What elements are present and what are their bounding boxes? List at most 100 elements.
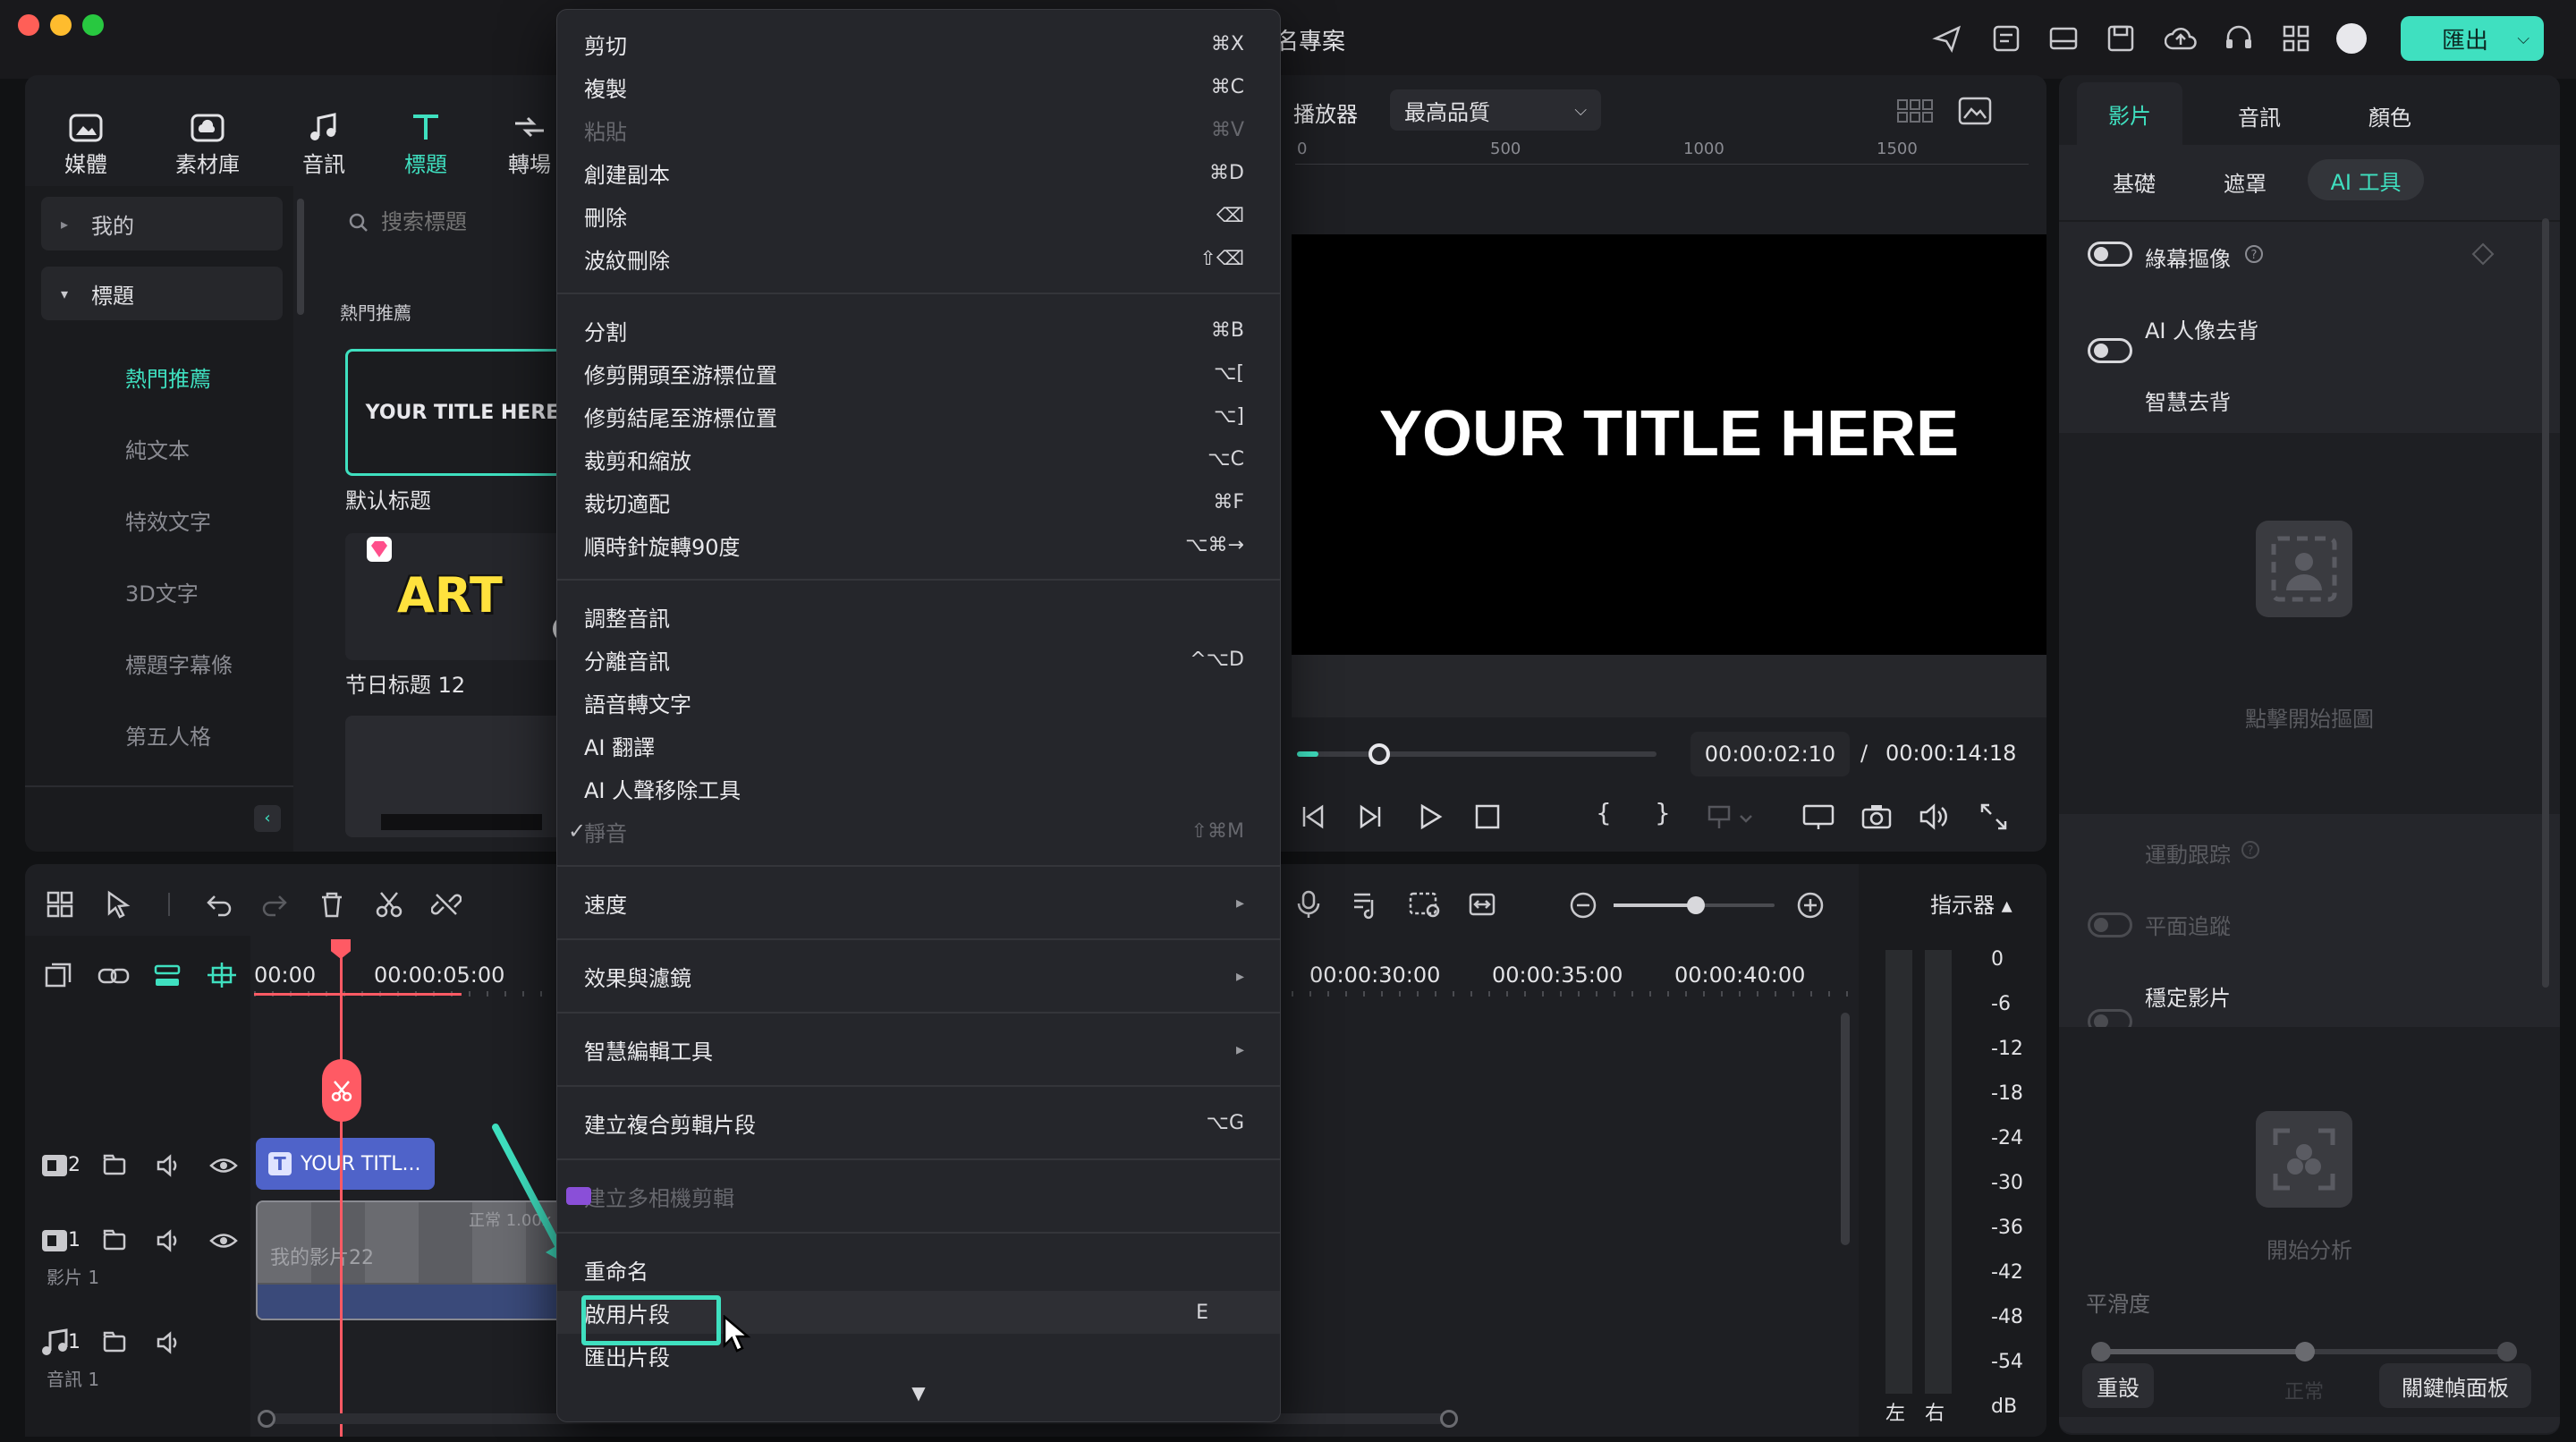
menu-item[interactable]: 順時針旋轉90度 ⌥⌘→ (584, 523, 1253, 566)
progress-handle[interactable] (1368, 743, 1390, 765)
layout-grid-icon[interactable] (45, 889, 75, 920)
headset-icon[interactable] (2224, 23, 2254, 54)
analyze-icon[interactable] (2254, 1109, 2354, 1209)
scroll-down-arrow-icon[interactable]: ▼ (557, 1382, 1280, 1404)
zoom-slider[interactable] (1614, 896, 1775, 914)
tab-stock[interactable]: 素材庫 (172, 111, 243, 178)
avatar[interactable] (2336, 23, 2367, 54)
fit-timeline-icon[interactable] (1467, 889, 1497, 920)
folder-lock-icon[interactable] (102, 1152, 129, 1179)
prev-frame-icon[interactable] (1297, 802, 1327, 832)
meter-label[interactable]: 指示器 ▴ (1930, 887, 2012, 919)
menu-item[interactable]: 剪切 ⌘X (584, 22, 1253, 65)
sidebar-item-lower-third[interactable]: 標題字幕條 (125, 648, 233, 679)
mark-in-icon[interactable]: { (1596, 798, 1612, 827)
menu-item[interactable]: 重命名 (584, 1248, 1253, 1291)
task-icon[interactable] (1991, 23, 2021, 54)
menu-item[interactable]: 分離音訊 ^⌥D (584, 638, 1253, 681)
fullscreen-icon[interactable] (1979, 802, 2009, 832)
add-track-icon[interactable] (43, 961, 73, 991)
undo-icon[interactable] (204, 889, 234, 920)
volume-icon[interactable] (1918, 802, 1950, 832)
zoom-handle[interactable] (1687, 896, 1705, 914)
redo-icon[interactable] (259, 889, 290, 920)
mark-out-icon[interactable]: } (1655, 798, 1671, 827)
ai-portrait-toggle[interactable] (2088, 338, 2132, 363)
delete-icon[interactable] (317, 889, 347, 920)
next-frame-icon[interactable] (1356, 802, 1386, 832)
snap-icon[interactable] (206, 959, 238, 991)
sidebar-item-mine[interactable]: ▸ 我的 (41, 197, 283, 250)
export-button[interactable]: 匯出 ⌵ (2401, 16, 2544, 61)
title-clip[interactable]: T YOUR TITL... (256, 1138, 435, 1190)
split-button[interactable] (322, 1059, 361, 1122)
quality-select[interactable]: 最高品質 ⌵ (1390, 89, 1601, 131)
tab-color[interactable]: 顏色 (2368, 100, 2411, 131)
subtab-mask[interactable]: 遮罩 (2224, 166, 2267, 198)
speaker-icon[interactable] (156, 1227, 182, 1254)
help-icon[interactable]: ? (2243, 243, 2265, 265)
menu-item[interactable]: 裁剪和縮放 ⌥C (584, 437, 1253, 480)
tab-titles[interactable]: 標題 (399, 111, 453, 178)
sidebar-item-titles[interactable]: ▾ 標題 (41, 267, 283, 320)
eye-icon[interactable] (209, 1152, 238, 1179)
title-card-default[interactable]: YOUR TITLE HERE (345, 349, 580, 476)
eye-icon[interactable] (209, 1227, 238, 1254)
cutout-start-icon[interactable] (2254, 519, 2354, 619)
menu-item[interactable]: 修剪開頭至游標位置 ⌥[ (584, 352, 1253, 394)
camera-icon[interactable] (1860, 802, 1893, 832)
tab-audio-props[interactable]: 音訊 (2238, 100, 2281, 131)
menu-item[interactable]: 建立複合剪輯片段 ⌥G (584, 1101, 1253, 1144)
menu-item[interactable]: 調整音訊 (584, 595, 1253, 638)
subtab-basic[interactable]: 基礎 (2113, 166, 2156, 198)
tab-audio[interactable]: 音訊 (297, 111, 351, 178)
smoothness-slider[interactable] (2091, 1342, 2517, 1361)
sidebar-item-effect[interactable]: 特效文字 (125, 505, 211, 536)
minimize-window-button[interactable] (50, 14, 72, 36)
menu-item[interactable]: 波紋刪除 ⇧⌫ (584, 237, 1253, 280)
menu-item[interactable]: 修剪結尾至游標位置 ⌥] (584, 394, 1253, 437)
sidebar-item-identity-v[interactable]: 第五人格 (125, 719, 211, 751)
video-preview[interactable]: YOUR TITLE HERE (1292, 234, 2046, 655)
sidebar-item-hot[interactable]: 熱門推薦 (125, 361, 211, 393)
timeline-v-scrollbar[interactable] (1841, 1013, 1850, 1245)
folder-lock-icon[interactable] (102, 1227, 129, 1254)
zoom-window-button[interactable] (82, 14, 104, 36)
play-icon[interactable] (1415, 802, 1445, 832)
grid-apps-icon[interactable] (2281, 23, 2311, 54)
unlink-icon[interactable] (431, 889, 462, 920)
menu-item[interactable]: 刪除 ⌫ (584, 194, 1253, 237)
slider-handle[interactable] (2295, 1342, 2315, 1361)
scroll-handle-left[interactable] (258, 1410, 275, 1428)
speaker-icon[interactable] (156, 1329, 182, 1356)
save-icon[interactable] (2106, 23, 2136, 54)
display-icon[interactable] (1801, 802, 1835, 832)
chroma-key-toggle[interactable] (2088, 242, 2132, 267)
sidebar-scrollbar[interactable] (297, 199, 304, 315)
grid-view-icon[interactable] (1896, 97, 1934, 127)
menu-item[interactable]: AI 翻譯 (584, 724, 1253, 767)
stop-icon[interactable] (1472, 802, 1503, 832)
keyframe-panel-button[interactable]: 關鍵幀面板 (2379, 1363, 2531, 1408)
scroll-handle-right[interactable] (1440, 1410, 1458, 1428)
title-card-third[interactable] (345, 716, 580, 837)
zoom-in-icon[interactable] (1796, 891, 1825, 920)
scissors-icon[interactable] (374, 889, 404, 920)
subtab-ai-tools[interactable]: AI 工具 (2308, 159, 2424, 200)
menu-item[interactable]: 語音轉文字 (584, 681, 1253, 724)
sidebar-item-3d[interactable]: 3D文字 (125, 576, 199, 607)
menu-item[interactable]: 複製 ⌘C (584, 65, 1253, 108)
help-icon[interactable]: ? (2240, 839, 2261, 861)
menu-item[interactable]: 效果與濾鏡 ▸ (584, 954, 1253, 997)
menu-item[interactable]: AI 人聲移除工具 (584, 767, 1253, 810)
send-icon[interactable] (1932, 23, 1962, 54)
menu-item[interactable]: 創建副本 ⌘D (584, 151, 1253, 194)
menu-item[interactable]: ✓ 靜音 ⇧⌘M (568, 810, 1253, 852)
insert-dropdown-icon[interactable] (1707, 803, 1760, 832)
layout-icon[interactable] (2048, 23, 2079, 54)
tab-transitions[interactable]: 轉場 (503, 111, 556, 178)
search-input[interactable] (381, 206, 578, 238)
reset-button[interactable]: 重設 (2082, 1363, 2154, 1408)
close-window-button[interactable] (18, 14, 39, 36)
menu-item[interactable]: 裁切適配 ⌘F (584, 480, 1253, 523)
